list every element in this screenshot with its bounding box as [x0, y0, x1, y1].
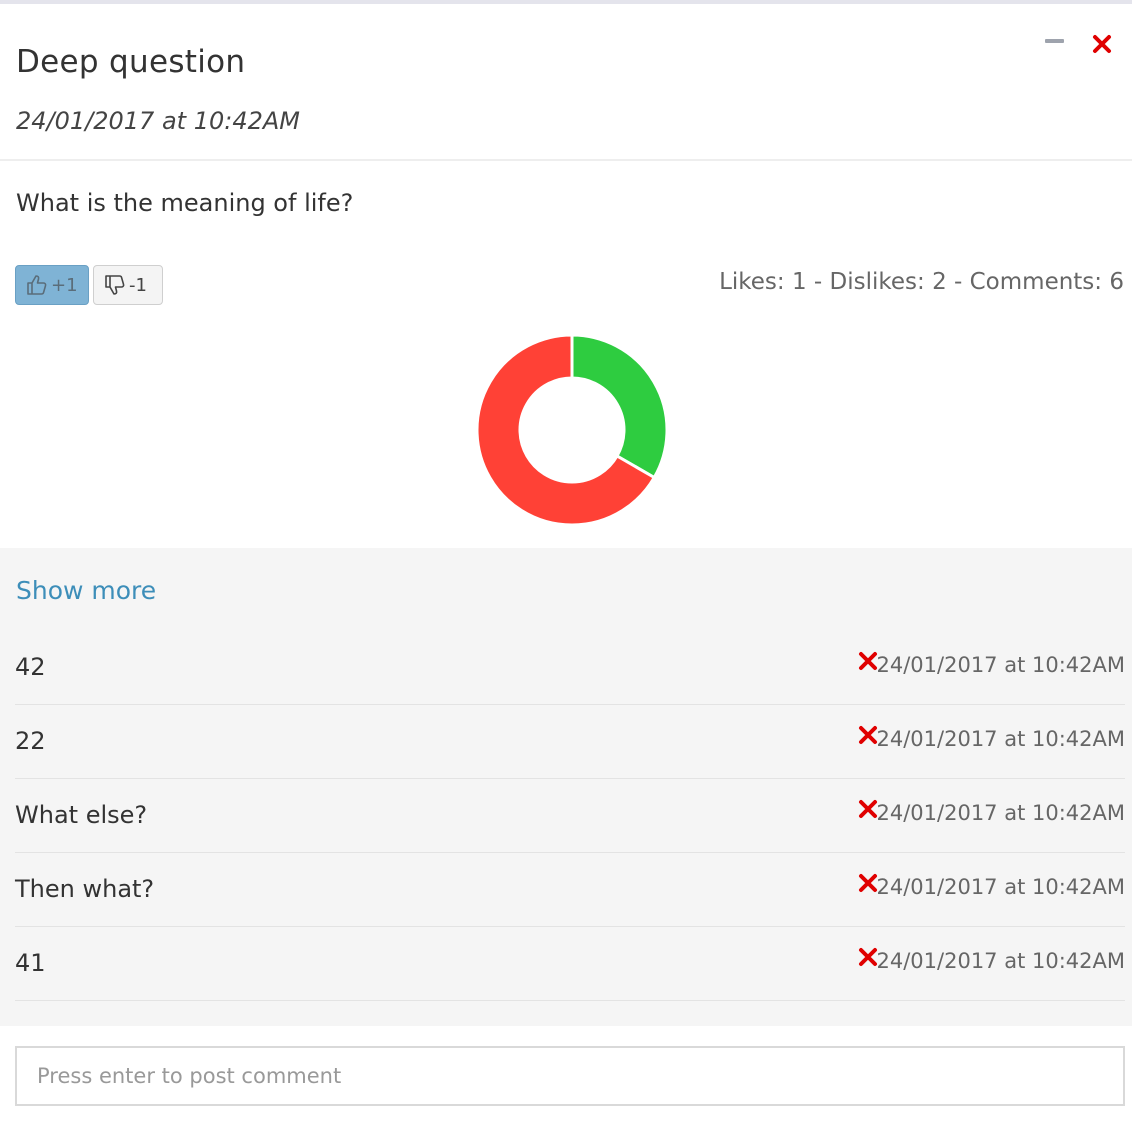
post-question: What is the meaning of life? [16, 189, 354, 217]
close-x-icon [859, 800, 877, 818]
votes-donut-chart [475, 333, 669, 527]
close-x-icon [859, 652, 877, 670]
comment-date: 24/01/2017 at 10:42AM [876, 949, 1126, 973]
vote-stats: Likes: 1 - Dislikes: 2 - Comments: 6 [719, 269, 1124, 295]
comment-text: Then what? [15, 875, 155, 903]
close-x-icon [1093, 35, 1111, 53]
post-header: Deep question 24/01/2017 at 10:42AM [0, 4, 1132, 161]
comment-row: What else? 24/01/2017 at 10:42AM [15, 779, 1125, 853]
comment-date: 24/01/2017 at 10:42AM [876, 875, 1126, 899]
dislike-button[interactable]: -1 [93, 265, 163, 305]
thumbs-down-icon [105, 275, 125, 295]
comment-text: 41 [15, 949, 46, 977]
comment-row: 42 24/01/2017 at 10:42AM [15, 631, 1125, 705]
post-body: What is the meaning of life? +1 -1 Likes… [0, 161, 1132, 548]
dislike-label: -1 [129, 274, 147, 296]
comment-row: Then what? 24/01/2017 at 10:42AM [15, 853, 1125, 927]
comment-date: 24/01/2017 at 10:42AM [876, 653, 1126, 677]
comment-text: 22 [15, 727, 46, 755]
close-x-icon [859, 874, 877, 892]
comment-text: What else? [15, 801, 148, 829]
close-button[interactable] [1092, 34, 1116, 58]
comment-date: 24/01/2017 at 10:42AM [876, 801, 1126, 825]
close-x-icon [859, 948, 877, 966]
close-x-icon [859, 726, 877, 744]
comment-composer [0, 1026, 1132, 1128]
minimize-button[interactable] [1045, 32, 1067, 50]
like-button[interactable]: +1 [15, 265, 89, 305]
post-panel: Deep question 24/01/2017 at 10:42AM What… [0, 0, 1132, 1128]
comment-row: 41 24/01/2017 at 10:42AM [15, 927, 1125, 1001]
post-date: 24/01/2017 at 10:42AM [16, 107, 300, 135]
like-label: +1 [51, 274, 78, 296]
comments-section: Show more 42 24/01/2017 at 10:42AM 22 24/01… [0, 548, 1132, 1026]
thumbs-up-icon [27, 275, 47, 295]
comment-input[interactable] [15, 1046, 1125, 1106]
minus-icon [1045, 39, 1064, 43]
comment-text: 42 [15, 653, 46, 681]
comment-date: 24/01/2017 at 10:42AM [876, 727, 1126, 751]
comment-row: 22 24/01/2017 at 10:42AM [15, 705, 1125, 779]
show-more-link[interactable]: Show more [16, 576, 156, 605]
comment-list: 42 24/01/2017 at 10:42AM 22 24/01/2017 at 1… [15, 631, 1125, 1001]
post-title: Deep question [16, 44, 246, 80]
